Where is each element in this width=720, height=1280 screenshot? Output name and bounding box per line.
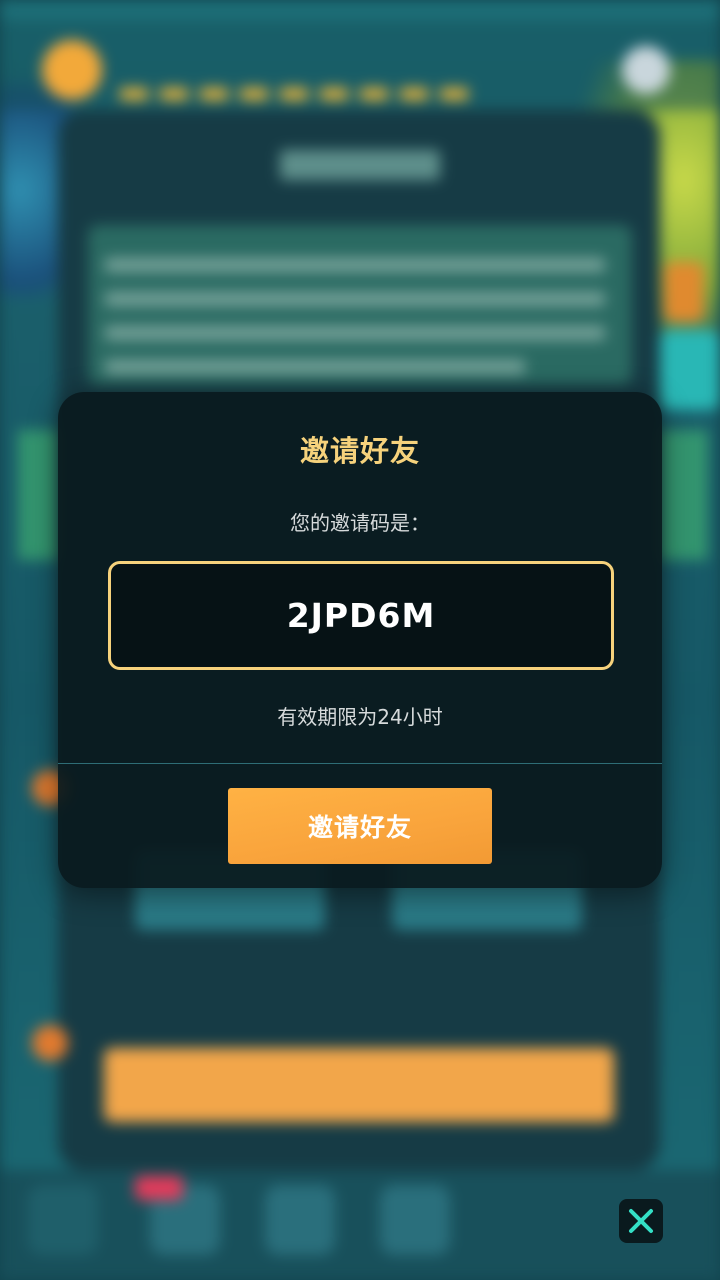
invite-button-label: 邀请好友 bbox=[307, 813, 412, 842]
invite-code-label: 您的邀请码是： bbox=[290, 511, 430, 535]
invite-friend-button[interactable]: 邀请好友 bbox=[228, 788, 492, 864]
dialog-divider bbox=[58, 763, 662, 764]
close-icon bbox=[629, 1209, 653, 1233]
dialog-title: 邀请好友 bbox=[299, 434, 420, 468]
invite-code-value: 2JPD6M bbox=[286, 596, 436, 635]
expiry-notice: 有效期限为24小时 bbox=[277, 705, 443, 729]
invite-code-box[interactable]: 2JPD6M bbox=[108, 561, 614, 670]
close-button[interactable] bbox=[619, 1199, 663, 1243]
